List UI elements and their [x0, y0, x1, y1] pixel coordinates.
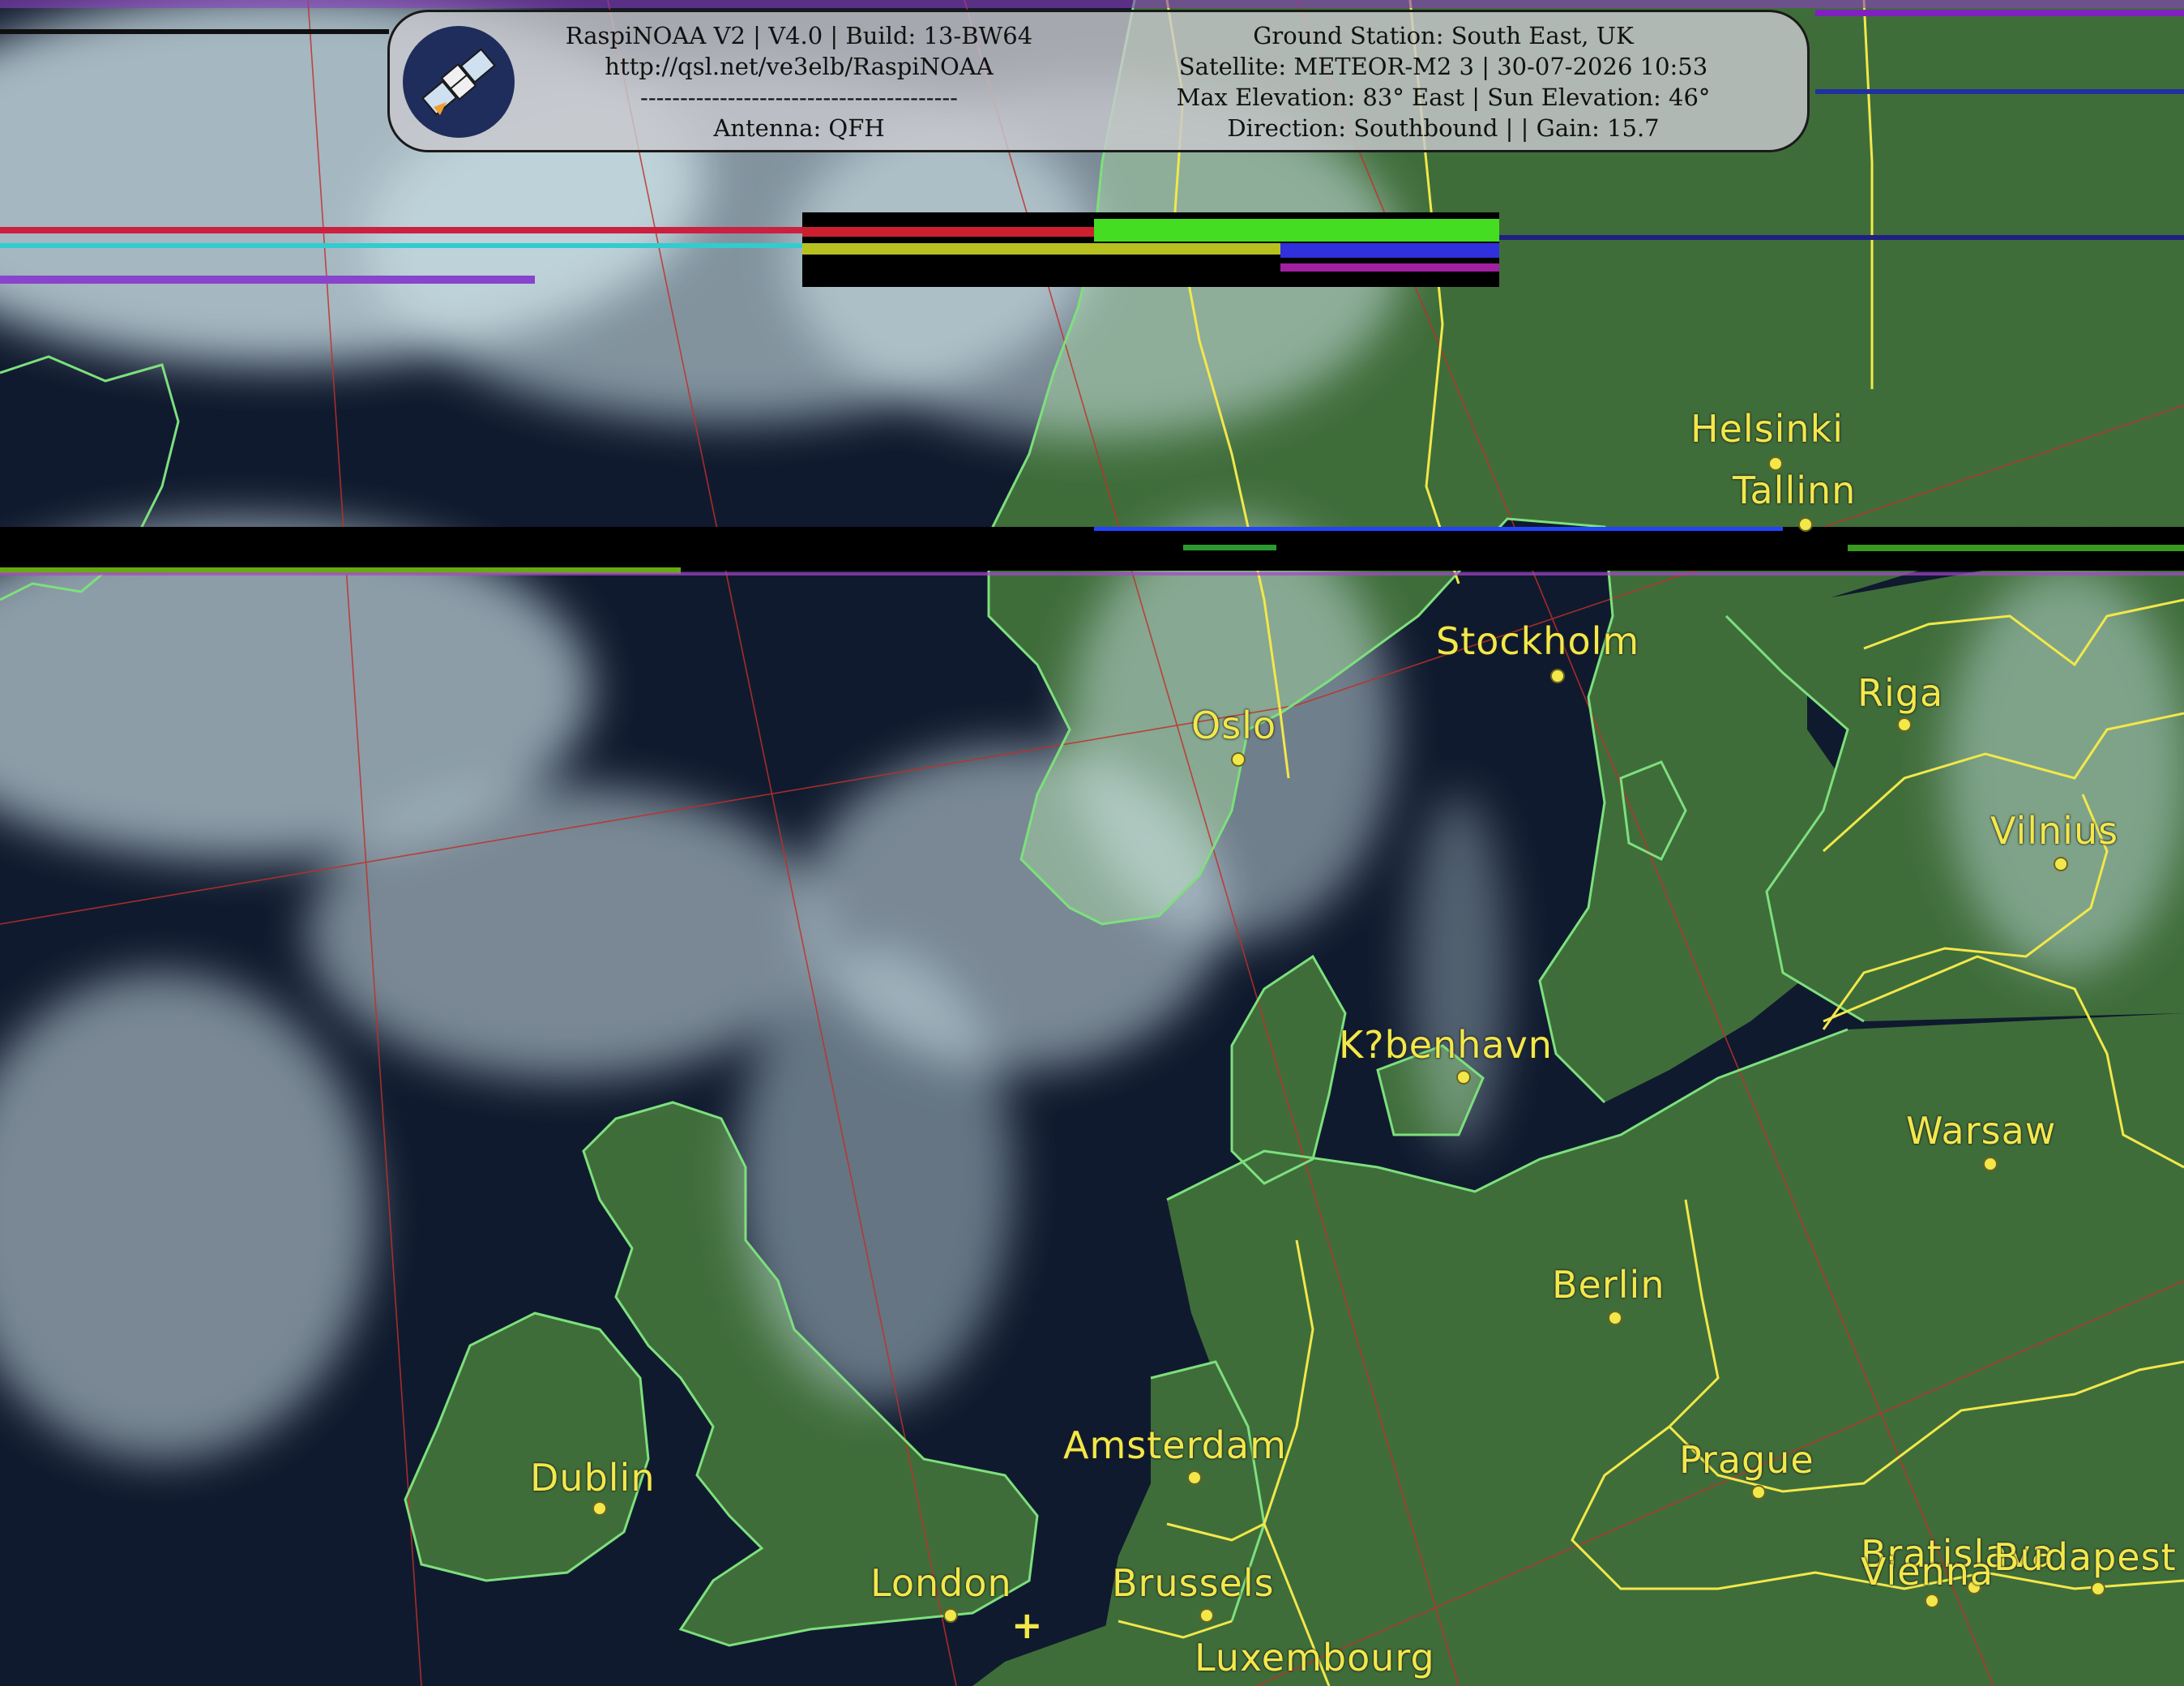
city-label: Warsaw — [1906, 1109, 2057, 1153]
city-dot — [2054, 857, 2068, 871]
city-dot — [1550, 669, 1565, 683]
city-label: Riga — [1857, 671, 1944, 715]
pass-info-header: RaspiNOAA V2 | V4.0 | Build: 13-BW64 htt… — [387, 10, 1810, 152]
header-left-column: RaspiNOAA V2 | V4.0 | Build: 13-BW64 htt… — [519, 20, 1079, 143]
city-dot — [2091, 1581, 2105, 1596]
city-dot — [1983, 1157, 1998, 1171]
city-label: Prague — [1679, 1438, 1814, 1482]
city-dot — [1925, 1594, 1939, 1608]
city-label: Berlin — [1552, 1263, 1665, 1307]
city-dot — [1897, 717, 1912, 732]
city-label: Brussels — [1112, 1561, 1275, 1605]
city-label: London — [870, 1561, 1012, 1605]
header-elevation: Max Elevation: 83° East | Sun Elevation:… — [1176, 83, 1711, 111]
header-divider: ---------------------------------------- — [640, 83, 958, 111]
city-label: Budapest — [1994, 1535, 2177, 1579]
city-label: Vilnius — [1990, 809, 2119, 853]
city-label: Tallinn — [1733, 469, 1857, 512]
city-dot — [1608, 1311, 1622, 1325]
header-antenna: Antenna: QFH — [713, 114, 885, 142]
city-label: Luxembourg — [1195, 1636, 1435, 1680]
city-dot — [592, 1501, 607, 1516]
city-label: Stockholm — [1436, 619, 1640, 663]
city-dot — [1456, 1070, 1471, 1085]
city-label: Dublin — [530, 1456, 656, 1500]
header-right-column: Ground Station: South East, UK Satellite… — [1095, 20, 1792, 143]
city-label: K?benhavn — [1339, 1023, 1553, 1067]
city-dot — [1751, 1485, 1766, 1500]
city-label: Vienna — [1861, 1550, 1994, 1594]
city-dot — [1231, 752, 1246, 767]
ground-station-cross-icon: + — [1011, 1603, 1043, 1647]
header-url: http://qsl.net/ve3elb/RaspiNOAA — [605, 53, 994, 80]
city-dot — [943, 1608, 958, 1623]
city-dot — [1187, 1470, 1202, 1485]
satellite-icon — [403, 26, 515, 138]
header-direction-gain: Direction: Southbound | | Gain: 15.7 — [1227, 114, 1660, 142]
city-label: Helsinki — [1690, 407, 1844, 451]
city-label: Amsterdam — [1063, 1423, 1287, 1467]
header-ground-station: Ground Station: South East, UK — [1253, 22, 1634, 49]
header-satellite: Satellite: METEOR-M2 3 | 30-07-2026 10:5… — [1178, 53, 1708, 80]
city-dot — [1199, 1608, 1214, 1623]
city-label: Oslo — [1191, 704, 1277, 747]
satellite-image-map: RaspiNOAA V2 | V4.0 | Build: 13-BW64 htt… — [0, 0, 2184, 1686]
city-dot — [1798, 517, 1813, 532]
header-app-version: RaspiNOAA V2 | V4.0 | Build: 13-BW64 — [565, 22, 1033, 49]
